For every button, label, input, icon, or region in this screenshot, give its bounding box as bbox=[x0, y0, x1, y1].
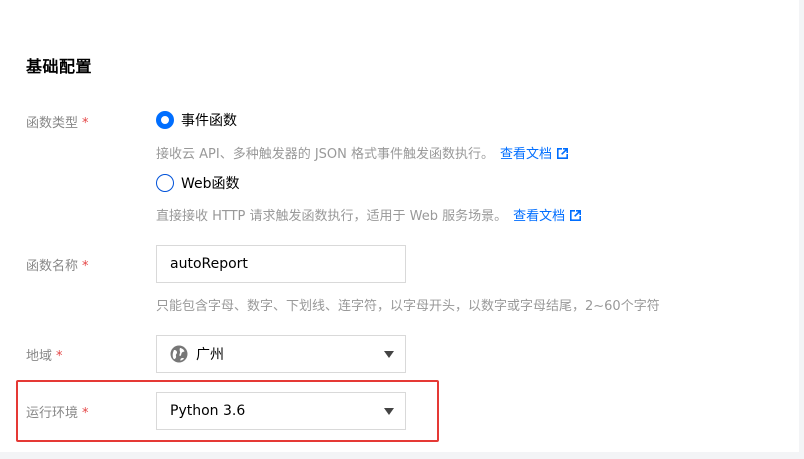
globe-icon bbox=[170, 345, 188, 363]
event-function-docs-link[interactable]: 查看文档 bbox=[500, 147, 569, 162]
radio-label-event-function[interactable]: 事件函数 bbox=[181, 110, 237, 130]
function-name-value[interactable]: autoReport bbox=[170, 256, 248, 272]
radio-button-unchecked[interactable] bbox=[156, 174, 174, 192]
function-name-hint: 只能包含字母、数字、下划线、连字符，以字母开头，以数字或字母结尾，2~60个字符 bbox=[156, 299, 660, 314]
function-name-input[interactable]: autoReport bbox=[156, 245, 406, 283]
radio-button-checked[interactable] bbox=[156, 111, 174, 129]
chevron-down-icon[interactable] bbox=[384, 351, 394, 358]
radio-web-function[interactable]: Web函数 bbox=[156, 173, 240, 193]
section-title: 基础配置 bbox=[26, 57, 93, 76]
radio-label-web-function[interactable]: Web函数 bbox=[181, 173, 240, 193]
radio-event-function[interactable]: 事件函数 bbox=[156, 110, 237, 130]
basic-config-panel: 基础配置 函数类型 * 事件函数 接收云 API、多种触发器的 JSON 格式事件… bbox=[0, 0, 799, 452]
event-function-desc-text: 接收云 API、多种触发器的 JSON 格式事件触发函数执行。 bbox=[156, 147, 495, 162]
required-mark: * bbox=[56, 349, 63, 364]
function-type-label-text: 函数类型 bbox=[26, 116, 79, 131]
docs-link-text[interactable]: 查看文档 bbox=[513, 209, 565, 224]
required-mark: * bbox=[82, 116, 89, 131]
function-name-label-text: 函数名称 bbox=[26, 259, 79, 274]
external-link-icon[interactable] bbox=[569, 209, 582, 222]
web-function-desc-text: 直接接收 HTTP 请求触发函数执行，适用于 Web 服务场景。 bbox=[156, 209, 508, 224]
event-function-description: 接收云 API、多种触发器的 JSON 格式事件触发函数执行。 查看文档 bbox=[156, 143, 569, 162]
region-select[interactable]: 广州 bbox=[156, 335, 406, 373]
region-label-text: 地域 bbox=[26, 349, 53, 364]
external-link-icon[interactable] bbox=[556, 147, 569, 160]
web-function-docs-link[interactable]: 查看文档 bbox=[513, 209, 582, 224]
function-name-label: 函数名称 * bbox=[26, 255, 89, 274]
web-function-description: 直接接收 HTTP 请求触发函数执行，适用于 Web 服务场景。 查看文档 bbox=[156, 205, 582, 224]
region-value[interactable]: 广州 bbox=[196, 344, 224, 364]
region-label: 地域 * bbox=[26, 345, 63, 364]
docs-link-text[interactable]: 查看文档 bbox=[500, 147, 552, 162]
function-type-label: 函数类型 * bbox=[26, 112, 89, 131]
required-mark: * bbox=[82, 259, 89, 274]
highlight-box bbox=[16, 380, 439, 442]
